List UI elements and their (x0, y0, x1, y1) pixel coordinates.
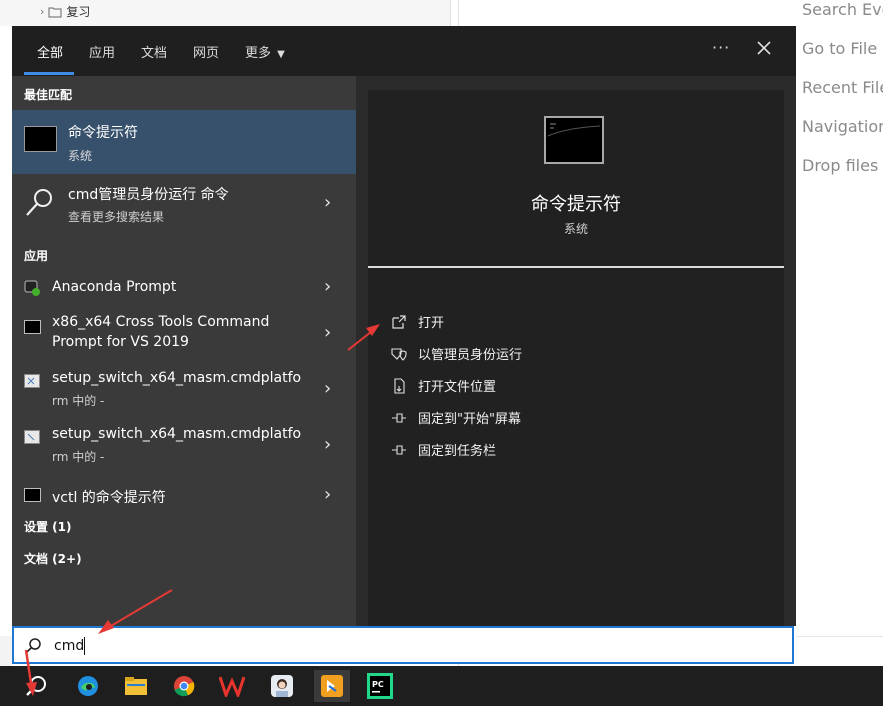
shield-icon (390, 345, 408, 363)
action-pin-to-taskbar-label: 固定到任务栏 (418, 444, 497, 459)
app-location: rm 中的 - (52, 394, 105, 408)
preview-title: 命令提示符 (531, 194, 621, 215)
terminal-glyph (547, 123, 601, 137)
action-run-as-admin-label: 以管理员身份运行 (418, 348, 523, 363)
web-search-subtitle: 查看更多搜索结果 (68, 210, 165, 224)
avatar-app-icon[interactable] (266, 670, 298, 702)
web-search-item[interactable]: cmd管理员身份运行 命令 查看更多搜索结果 › (12, 174, 356, 232)
feishu-icon[interactable] (314, 670, 350, 702)
preview-divider (368, 266, 784, 268)
app-title: setup_switch_x64_masm.cmdplatfo (52, 426, 302, 442)
tab-more-label: 更多 (245, 46, 272, 61)
tree-item-folder[interactable]: › 复习 (40, 3, 90, 20)
hint-navigation: Navigation (802, 117, 883, 136)
pin-icon (390, 409, 408, 427)
action-open-file-location[interactable]: 打开文件位置 (390, 376, 496, 395)
caret-down-icon: ▼ (277, 49, 285, 60)
search-icon (26, 189, 52, 216)
script-file-icon (24, 430, 40, 444)
app-title: Anaconda Prompt (52, 279, 177, 295)
chevron-right-icon[interactable]: › (324, 434, 331, 455)
results-list: 最佳匹配 命令提示符 系统 cmd管理员身份运行 命令 查看更多搜索结果 › 应… (12, 76, 356, 626)
tab-apps[interactable]: 应用 (89, 42, 115, 61)
app-item-vs-cross-tools[interactable]: x86_x64 Cross Tools Command Prompt for V… (12, 312, 356, 356)
file-explorer-icon[interactable] (120, 670, 152, 702)
chevron-right-icon[interactable]: › (324, 484, 331, 505)
action-pin-to-taskbar[interactable]: 固定到任务栏 (390, 440, 496, 459)
app-item-vctl[interactable]: vctl 的命令提示符 › (12, 480, 356, 512)
pycharm-icon[interactable]: PC (364, 670, 396, 702)
app-title: x86_x64 Cross Tools Command (52, 314, 270, 330)
preview-subtitle: 系统 (563, 222, 588, 236)
app-item-anaconda[interactable]: Anaconda Prompt › (12, 272, 356, 304)
search-icon[interactable] (20, 670, 52, 702)
wps-icon[interactable] (216, 670, 248, 702)
status-fragment (0, 636, 12, 666)
app-title: vctl 的命令提示符 (52, 490, 166, 506)
action-pin-to-start-label: 固定到"开始"屏幕 (418, 412, 521, 427)
action-open-label: 打开 (418, 316, 445, 331)
search-icon (25, 638, 41, 654)
chevron-right-icon[interactable]: › (324, 322, 331, 343)
tab-all[interactable]: 全部 (37, 42, 63, 61)
tab-web[interactable]: 网页 (193, 42, 219, 61)
file-tree: › 复习 (0, 0, 451, 26)
anaconda-prompt-icon (24, 280, 40, 296)
section-settings[interactable]: 设置 (1) (24, 518, 72, 535)
app-item-setup-switch-1[interactable]: setup_switch_x64_masm.cmdplatfo rm 中的 - … (12, 368, 356, 412)
tree-item-label: 复习 (66, 5, 91, 19)
action-run-as-admin[interactable]: 以管理员身份运行 (390, 344, 522, 363)
open-icon (390, 313, 408, 331)
action-pin-to-start[interactable]: 固定到"开始"屏幕 (390, 408, 521, 427)
cmd-app-icon (24, 126, 57, 152)
more-options-icon[interactable]: ··· (712, 38, 730, 57)
chevron-right-icon[interactable]: › (324, 378, 331, 399)
section-best-match: 最佳匹配 (24, 88, 73, 102)
action-open[interactable]: 打开 (390, 312, 444, 331)
section-apps: 应用 (24, 249, 49, 263)
pin-icon (390, 441, 408, 459)
hint-recent-files: Recent File (802, 78, 883, 97)
close-icon[interactable] (754, 38, 774, 58)
best-match-item[interactable]: 命令提示符 系统 (12, 110, 356, 174)
cmd-app-icon (544, 116, 604, 164)
chevron-right-icon[interactable]: › (324, 192, 331, 213)
svg-text:PC: PC (372, 680, 384, 689)
hint-drop-files: Drop files (802, 156, 879, 175)
active-tab-indicator (24, 72, 74, 75)
filter-tabs: 全部 应用 文档 网页 更多 ▼ ··· (12, 26, 796, 76)
search-input[interactable]: cmd (54, 638, 84, 654)
file-location-icon (390, 377, 408, 395)
cmd-app-icon (24, 488, 41, 502)
best-match-title: 命令提示符 (68, 125, 138, 141)
section-documents[interactable]: 文档 (2+) (24, 550, 82, 567)
hint-goto-file: Go to File (802, 39, 878, 58)
folder-icon (48, 7, 62, 17)
text-caret (84, 637, 85, 655)
action-open-file-location-label: 打开文件位置 (418, 380, 497, 395)
app-title-line2: Prompt for VS 2019 (52, 334, 189, 350)
chevron-right-icon: › (40, 5, 45, 18)
cmd-app-icon (24, 320, 41, 334)
web-search-title: cmd管理员身份运行 命令 (68, 187, 229, 203)
status-area (796, 636, 883, 667)
edge-icon[interactable] (72, 670, 104, 702)
best-match-subtitle: 系统 (68, 149, 93, 163)
tab-more[interactable]: 更多 ▼ (245, 42, 285, 61)
script-file-icon (24, 374, 40, 388)
start-menu: 全部 应用 文档 网页 更多 ▼ ··· 最佳匹配 命令提示符 系统 cmd管理… (12, 26, 796, 626)
hint-search: Search Eve (802, 0, 883, 19)
search-box[interactable]: cmd (12, 626, 794, 664)
app-title: setup_switch_x64_masm.cmdplatfo (52, 370, 302, 386)
app-location: rm 中的 - (52, 450, 105, 464)
taskbar: PC (0, 666, 883, 706)
app-item-setup-switch-2[interactable]: setup_switch_x64_masm.cmdplatfo rm 中的 - … (12, 424, 356, 468)
preview-pane: 命令提示符 系统 打开 以管理员身份运行 打开文件位置 固定到"开始"屏幕 固定… (368, 90, 784, 626)
tab-documents[interactable]: 文档 (141, 42, 167, 61)
chevron-right-icon[interactable]: › (324, 276, 331, 297)
chrome-icon[interactable] (168, 670, 200, 702)
